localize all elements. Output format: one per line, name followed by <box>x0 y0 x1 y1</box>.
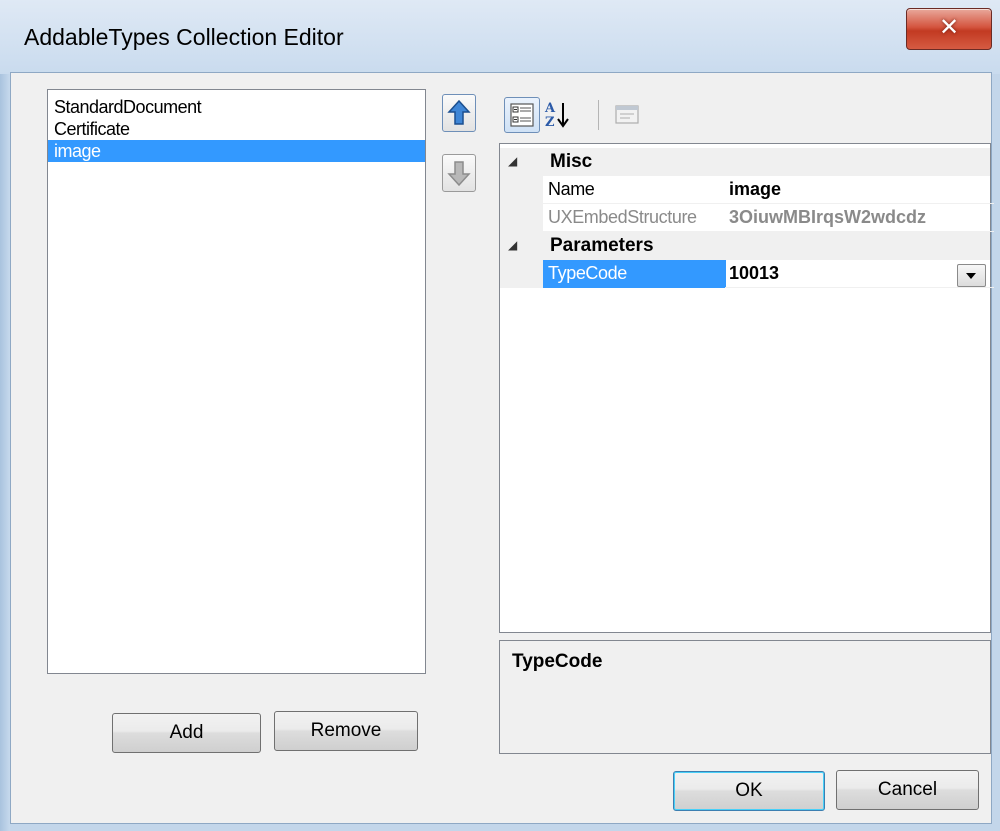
remove-button-label: Remove <box>310 720 382 741</box>
category-misc[interactable]: ◢ Misc <box>500 148 990 176</box>
remove-button[interactable]: Remove <box>274 711 418 751</box>
dropdown-arrow-button[interactable] <box>957 264 986 287</box>
property-value[interactable]: 3OiuwMBIrqsW2wdcdz <box>725 204 994 232</box>
row-gutter <box>500 204 543 232</box>
property-pages-button[interactable] <box>610 97 644 131</box>
property-grid[interactable]: ◢ Misc Name image UXEmbedStructure 3Oiuw… <box>499 143 994 633</box>
category-parameters[interactable]: ◢ Parameters <box>500 232 990 260</box>
add-button-label: Add <box>169 722 204 743</box>
property-name: Name <box>543 176 726 204</box>
description-pane: TypeCode <box>499 640 991 754</box>
window-frame-edge <box>0 0 10 831</box>
cancel-button-label: Cancel <box>877 779 938 800</box>
members-listbox[interactable]: StandardDocument Certificate image <box>47 89 426 674</box>
arrow-down-icon <box>447 161 471 187</box>
alphabetical-sort-button[interactable]: A Z <box>541 97 575 131</box>
category-label: Misc <box>550 151 593 172</box>
ok-button-label: OK <box>735 780 763 801</box>
close-icon: ✕ <box>938 13 960 41</box>
property-name: UXEmbedStructure <box>543 204 726 232</box>
cancel-button[interactable]: Cancel <box>836 770 979 810</box>
arrow-up-icon <box>447 99 471 125</box>
window-title: AddableTypes Collection Editor <box>24 24 344 50</box>
move-down-button[interactable] <box>442 154 476 192</box>
toolbar-separator <box>598 100 599 130</box>
property-name: TypeCode <box>543 260 726 288</box>
categorized-icon <box>510 103 534 127</box>
list-item-standard-document[interactable]: StandardDocument <box>48 96 425 118</box>
description-title: TypeCode <box>512 651 603 672</box>
list-item-image[interactable]: image <box>48 140 425 162</box>
dialog-window: AddableTypes Collection Editor ✕ Standar… <box>0 0 1000 831</box>
svg-text:A: A <box>544 101 556 116</box>
collapse-triangle-icon[interactable]: ◢ <box>508 154 517 168</box>
row-gutter <box>500 260 543 288</box>
property-value[interactable]: image <box>725 176 994 204</box>
ok-button[interactable]: OK <box>673 771 825 811</box>
property-row-uxembedstructure[interactable]: UXEmbedStructure 3OiuwMBIrqsW2wdcdz <box>500 204 994 232</box>
category-label: Parameters <box>550 235 654 256</box>
categorized-button[interactable] <box>504 97 540 133</box>
add-button[interactable]: Add <box>112 713 261 753</box>
collapse-triangle-icon[interactable]: ◢ <box>508 238 517 252</box>
title-bar[interactable]: AddableTypes Collection Editor ✕ <box>0 0 1000 74</box>
property-pages-icon <box>615 105 639 124</box>
property-value[interactable]: 10013 <box>725 260 994 288</box>
close-button[interactable]: ✕ <box>906 8 992 50</box>
property-row-typecode[interactable]: TypeCode 10013 <box>500 260 994 288</box>
property-row-name[interactable]: Name image <box>500 176 994 204</box>
sort-alphabetical-icon: A Z <box>544 101 569 130</box>
svg-text:Z: Z <box>545 115 555 130</box>
row-gutter <box>500 176 543 204</box>
move-up-button[interactable] <box>442 94 476 132</box>
list-item-certificate[interactable]: Certificate <box>48 118 425 140</box>
